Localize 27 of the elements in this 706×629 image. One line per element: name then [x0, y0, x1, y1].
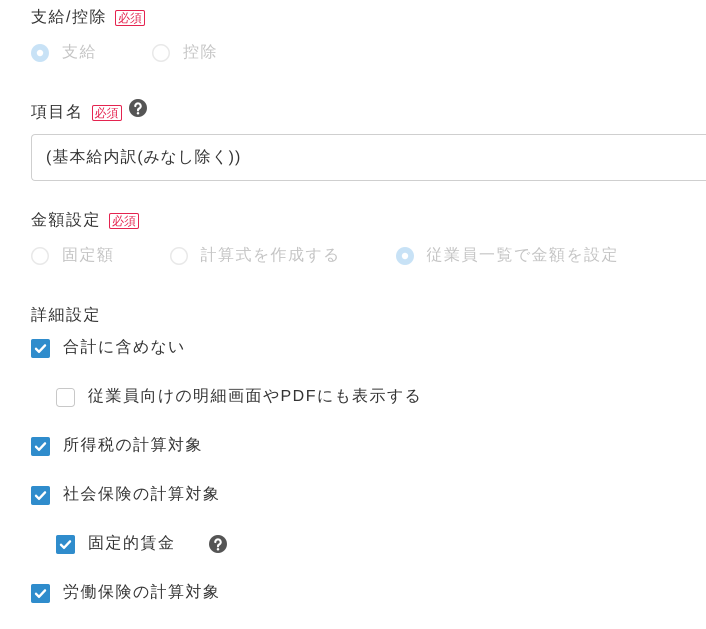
radio-label: 計算式を作成する [200, 246, 340, 266]
checkbox[interactable] [31, 436, 50, 456]
help-icon[interactable] [128, 99, 146, 117]
checkbox-label: 従業員向けの明細画面やPDFにも表示する [88, 386, 422, 407]
checkbox-label: 労働保険の計算対象 [63, 582, 220, 603]
field-label: 項目名 [31, 103, 84, 123]
radio-label: 従業員一覧で金額を設定 [426, 246, 619, 266]
radio-label: 支給 [62, 42, 97, 63]
text-field[interactable]: (基本給内訳(みなし除く)) [31, 134, 706, 181]
field-label: 支給/控除 [31, 8, 107, 28]
radio-label: 控除 [183, 43, 218, 63]
checkbox[interactable] [31, 486, 50, 504]
checkbox-label: 所得税の計算対象 [63, 436, 203, 456]
checkbox[interactable] [56, 388, 75, 406]
checkbox-label: 社会保険の計算対象 [63, 484, 220, 505]
checkbox-label: 合計に含めない [63, 338, 186, 358]
radio-label: 固定額 [62, 246, 114, 266]
help-icon[interactable] [208, 535, 226, 553]
required-badge: 必須 [114, 10, 145, 26]
checkbox[interactable] [31, 338, 50, 358]
checkbox[interactable] [56, 534, 75, 554]
checkbox-label: 固定的賃金 [88, 534, 176, 554]
field-label: 詳細設定 [31, 306, 101, 326]
field-label: 金額設定 [31, 210, 101, 231]
checkbox[interactable] [31, 584, 50, 602]
required-badge: 必須 [109, 213, 139, 229]
required-badge: 必須 [92, 105, 122, 121]
